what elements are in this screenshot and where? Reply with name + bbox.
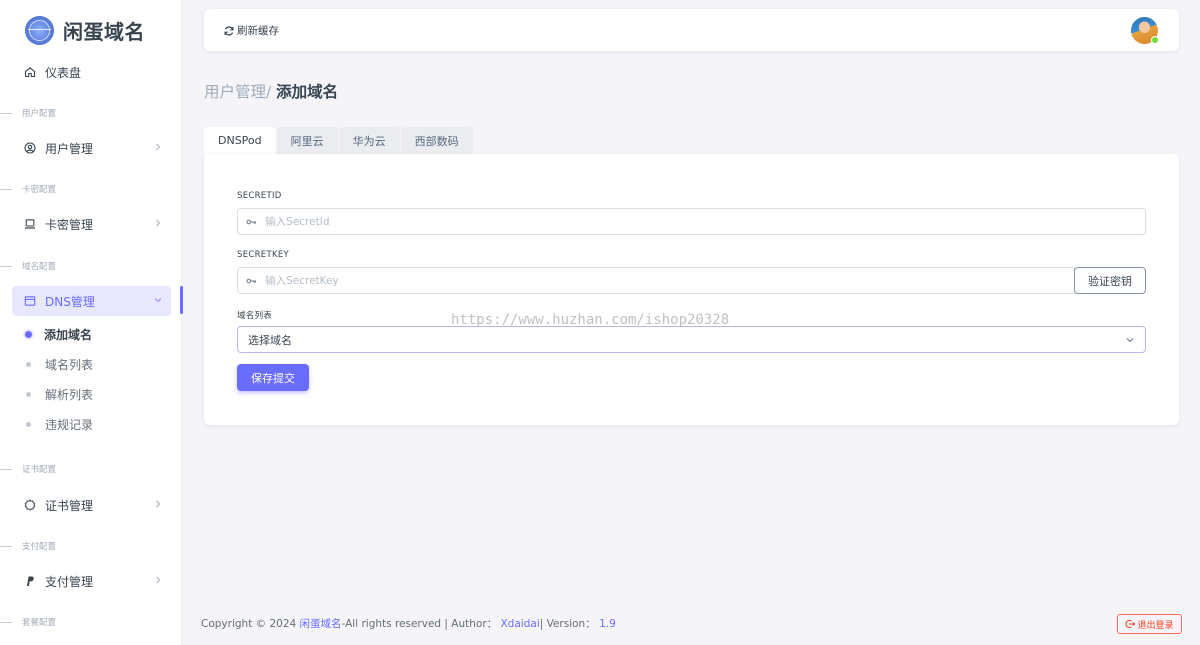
secret-id-field[interactable] <box>237 208 1146 235</box>
laptop-icon <box>23 218 36 231</box>
bullet-icon <box>25 330 32 338</box>
sidebar-item-label: DNS管理 <box>45 294 95 309</box>
sidebar-item-label: 证书管理 <box>45 498 94 513</box>
footer-version-label: | Version： <box>539 618 596 630</box>
footer-version: 1.9 <box>599 617 616 630</box>
home-icon <box>23 66 36 79</box>
sidebar-item-dashboard[interactable]: 仪表盘 <box>12 57 171 87</box>
tab-aliyun[interactable]: 阿里云 <box>276 127 338 154</box>
sidebar-subitem-resolve-list[interactable]: 解析列表 <box>26 384 93 404</box>
user-circle-icon <box>23 142 36 155</box>
sidebar-subitem-domain-list[interactable]: 域名列表 <box>26 354 93 374</box>
sidebar-subitem-violation-records[interactable]: 违规记录 <box>26 414 93 434</box>
key-icon <box>238 218 265 226</box>
logout-button[interactable]: 退出登录 <box>1117 614 1182 634</box>
sidebar-item-dns-management[interactable]: DNS管理 <box>12 286 171 316</box>
bullet-icon <box>26 361 31 367</box>
sidebar-item-user-management[interactable]: 用户管理 <box>12 133 171 163</box>
paypal-icon <box>23 575 36 588</box>
window-icon <box>23 295 36 308</box>
online-status-icon <box>1151 36 1159 44</box>
refresh-label: 刷新缓存 <box>237 25 279 37</box>
breadcrumb: 用户管理/ 添加域名 <box>204 80 338 102</box>
section-header-card: 卡密配置 <box>0 182 182 196</box>
footer-copyright: Copyright © 2024 <box>201 617 297 630</box>
section-header-domain: 域名配置 <box>0 259 182 273</box>
sidebar-item-label: 仪表盘 <box>45 65 82 80</box>
save-submit-button[interactable]: 保存提交 <box>237 364 309 391</box>
sidebar: 闲蛋域名 仪表盘 用户配置 用户管理 卡密配置 卡密管理 域名配置 DNS管理 <box>0 0 183 645</box>
tab-dnspod[interactable]: DNSPod <box>204 127 276 154</box>
chevron-right-icon <box>153 218 163 228</box>
domain-select-value: 选择域名 <box>248 333 292 347</box>
footer-rights: -All rights reserved | Author： <box>341 618 498 630</box>
refresh-icon <box>223 25 235 37</box>
sidebar-item-card-management[interactable]: 卡密管理 <box>12 209 171 239</box>
tab-huaweicloud[interactable]: 华为云 <box>338 127 400 154</box>
verify-key-button[interactable]: 验证密钥 <box>1074 267 1146 294</box>
refresh-cache-button[interactable]: 刷新缓存 <box>223 23 279 38</box>
footer: Copyright © 2024 闲蛋域名 -All rights reserve… <box>201 616 616 631</box>
provider-tabs: DNSPod 阿里云 华为云 西部数码 <box>204 127 474 154</box>
secret-key-label: SECRETKEY <box>237 250 290 260</box>
logout-label: 退出登录 <box>1137 620 1174 631</box>
chevron-right-icon <box>153 142 163 152</box>
footer-brand-link[interactable]: 闲蛋域名 <box>300 616 342 631</box>
footer-author-link[interactable]: Xdaidai <box>500 618 539 630</box>
bullet-icon <box>26 421 31 427</box>
sidebar-item-payment-management[interactable]: 支付管理 <box>12 566 171 596</box>
secret-id-label: SECRETID <box>237 191 282 201</box>
sidebar-subitem-add-domain[interactable]: 添加域名 <box>25 324 92 344</box>
logout-icon <box>1125 619 1136 629</box>
active-indicator <box>180 286 183 314</box>
sidebar-item-cert-management[interactable]: 证书管理 <box>12 490 171 520</box>
brand[interactable]: 闲蛋域名 <box>25 16 145 45</box>
bullet-icon <box>26 391 31 397</box>
watermark: https://www.huzhan.com/ishop20328 <box>451 312 730 328</box>
page-title: 添加域名 <box>276 83 339 101</box>
secret-id-input[interactable] <box>265 215 1145 228</box>
top-navbar: 刷新缓存 <box>204 9 1179 51</box>
brand-name: 闲蛋域名 <box>63 20 145 44</box>
sidebar-item-label: 卡密管理 <box>45 217 94 232</box>
avatar[interactable] <box>1131 17 1159 44</box>
section-header-cert: 证书配置 <box>0 462 182 476</box>
sidebar-item-label: 支付管理 <box>45 574 94 589</box>
chevron-down-icon <box>1125 335 1135 345</box>
add-domain-form-card: SECRETID SECRETKEY 验证密钥 域名列表 选择域名 保存提交 <box>204 154 1179 425</box>
domain-select[interactable]: 选择域名 <box>237 326 1146 353</box>
chevron-right-icon <box>153 575 163 585</box>
tab-west-digital[interactable]: 西部数码 <box>400 127 473 154</box>
section-header-user: 用户配置 <box>0 106 182 120</box>
section-header-package: 套餐配置 <box>0 615 182 629</box>
badge-icon <box>23 499 36 512</box>
key-icon <box>238 277 265 285</box>
chevron-right-icon <box>153 499 163 509</box>
secret-key-input[interactable] <box>265 274 1074 287</box>
breadcrumb-parent[interactable]: 用户管理/ <box>204 83 271 101</box>
brand-logo-icon <box>25 16 54 45</box>
domain-list-label: 域名列表 <box>237 311 273 321</box>
secret-key-field[interactable] <box>237 267 1075 294</box>
sidebar-item-label: 用户管理 <box>45 141 94 156</box>
chevron-down-icon <box>153 295 163 305</box>
section-header-payment: 支付配置 <box>0 539 182 553</box>
